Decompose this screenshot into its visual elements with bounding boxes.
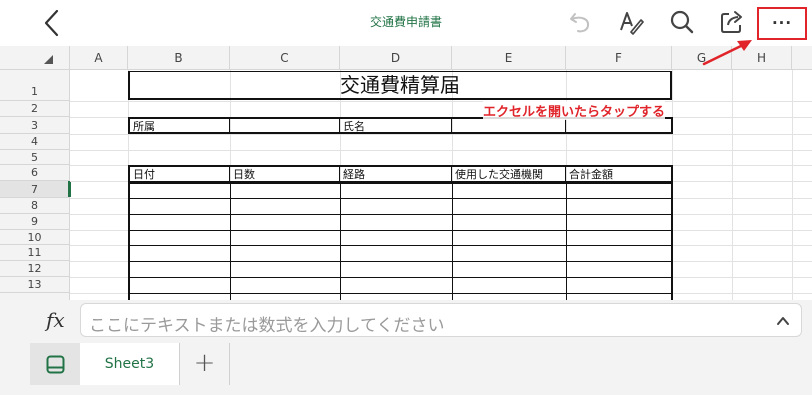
name-label-cell[interactable]: 氏名: [340, 117, 452, 134]
form-title[interactable]: 交通費精算届: [128, 71, 672, 100]
more-button[interactable]: ···: [757, 7, 807, 40]
row-header[interactable]: 1: [0, 70, 70, 101]
header-total-amount[interactable]: 合計金額: [566, 165, 673, 182]
select-all-corner[interactable]: [0, 46, 70, 70]
column-header-f[interactable]: F: [566, 46, 672, 70]
row-header[interactable]: 8: [0, 198, 70, 214]
affiliation-label-cell[interactable]: 所属: [128, 117, 230, 134]
row-header[interactable]: 13: [0, 277, 70, 293]
search-icon[interactable]: [668, 8, 696, 36]
row-header[interactable]: [0, 293, 70, 300]
annotation-text: エクセルを開いたらタップする: [483, 101, 666, 120]
column-header-a[interactable]: A: [70, 46, 128, 70]
row-header-selected[interactable]: 7: [0, 181, 71, 198]
column-header-i[interactable]: [792, 46, 812, 70]
header-route[interactable]: 経路: [340, 165, 452, 182]
spreadsheet-grid[interactable]: A B C D E F G H 1 2 3 4 5 6 7 8 9 10 11 …: [0, 46, 812, 300]
row-header[interactable]: 10: [0, 230, 70, 245]
sheet-tab-active[interactable]: Sheet3: [80, 343, 180, 385]
header-days[interactable]: 日数: [230, 165, 340, 182]
formula-bar: fx ここにテキストまたは数式を入力してください: [0, 300, 812, 343]
column-header-d[interactable]: D: [340, 46, 452, 70]
row-header[interactable]: 3: [0, 117, 70, 134]
annotation-arrow-icon: [702, 40, 752, 66]
formula-placeholder: ここにテキストまたは数式を入力してください: [89, 316, 445, 336]
row-header[interactable]: 12: [0, 261, 70, 277]
column-header-e[interactable]: E: [452, 46, 566, 70]
header-transport[interactable]: 使用した交通機関: [452, 165, 566, 182]
function-icon[interactable]: fx: [46, 308, 65, 332]
more-icon: ···: [771, 14, 793, 32]
sheet-list-button[interactable]: [30, 343, 80, 385]
row-header[interactable]: 6: [0, 165, 70, 181]
row-header[interactable]: 11: [0, 245, 70, 261]
add-sheet-button[interactable]: +: [180, 343, 230, 385]
row-header[interactable]: 2: [0, 101, 70, 117]
share-icon[interactable]: [718, 8, 746, 36]
draw-icon[interactable]: [617, 8, 645, 36]
column-header-c[interactable]: C: [230, 46, 340, 70]
sheet-tab-bar: Sheet3 +: [0, 343, 812, 395]
row-header[interactable]: 4: [0, 134, 70, 150]
undo-icon[interactable]: [567, 8, 595, 36]
affiliation-value-cell[interactable]: [230, 117, 340, 134]
chevron-up-icon[interactable]: [775, 313, 791, 329]
column-header-b[interactable]: B: [128, 46, 230, 70]
formula-input[interactable]: ここにテキストまたは数式を入力してください: [80, 303, 802, 337]
row-header[interactable]: 5: [0, 150, 70, 165]
sheets-icon: [46, 355, 65, 374]
header-date[interactable]: 日付: [128, 165, 230, 182]
row-header[interactable]: 9: [0, 214, 70, 230]
